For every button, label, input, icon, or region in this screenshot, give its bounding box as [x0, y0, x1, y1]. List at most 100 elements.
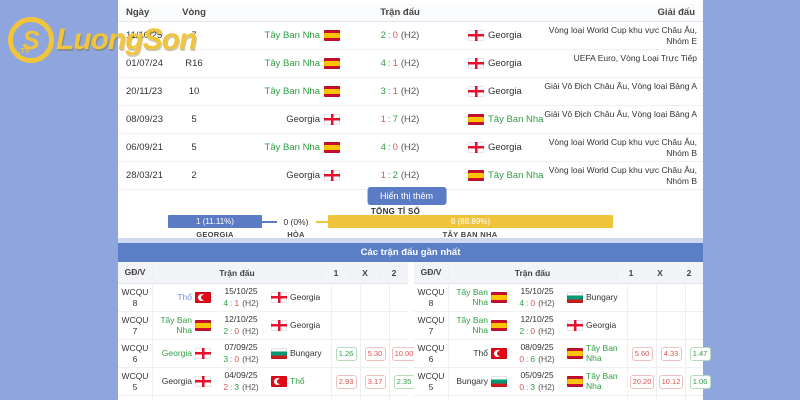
- match-date-cell: 08/09/23: [126, 114, 163, 125]
- team-name: Tây Ban Nha: [264, 30, 320, 41]
- date-score-cell: 04/09/25 2:3 (H2): [214, 368, 268, 395]
- bulgaria-flag-icon: [271, 348, 287, 359]
- score-note: (H2): [538, 381, 555, 392]
- odds-cell: [627, 312, 656, 339]
- team-name: Bungary: [290, 347, 322, 358]
- georgia-flag-icon: [468, 86, 484, 97]
- h2h-row[interactable]: 28/03/21 2 Georgia 1:2 (H2) Tây Ban Nha Vòng l…: [118, 162, 703, 190]
- team1-cell: [449, 396, 510, 400]
- match-row[interactable]: WCQU 7 Tây Ban Nha 12/10/25 2:0 (H2) Georgia: [118, 312, 408, 340]
- odds-cell: [656, 312, 685, 339]
- team-name: Georgia: [286, 114, 320, 125]
- competition-cell: WCQU 7: [118, 312, 153, 339]
- score-note: (H2): [242, 325, 259, 336]
- header-gdv: GĐ/V: [414, 267, 449, 278]
- odds-cell: [656, 396, 685, 400]
- match-row[interactable]: WCQU 6 Georgia 07/09/25 3:0 (H2) Bungary 1.26 5.…: [118, 340, 417, 368]
- h2h-row[interactable]: 20/11/23 10 Tây Ban Nha 3:1 (H2) Georgia Giải …: [118, 78, 703, 106]
- team1-cell: Georgia: [153, 368, 214, 395]
- tournament-cell: UEFA Euro, Vòng Loại Trực Tiếp: [573, 53, 697, 63]
- home-team-cell: Tây Ban Nha: [218, 134, 340, 161]
- recent-table-right: GĐ/V Trận đấu 1 X 2 WCQU 8 Tây Ban Nha 15/1…: [414, 262, 711, 400]
- page-background: Ngày Vòng Trận đấu Giải đấu 11/10/25 7 Tây…: [0, 0, 800, 400]
- yellow-connector: [316, 221, 328, 223]
- odds-cell: 4.33: [656, 340, 685, 367]
- team-name: Tây Ban Nha: [586, 371, 618, 391]
- team1-cell: Georgia: [153, 340, 214, 367]
- score-note: (H2): [242, 353, 259, 364]
- match-row[interactable]: WCQU 7 Tây Ban Nha 12/10/25 2:0 (H2) Georgia: [414, 312, 703, 340]
- odds-cell: [627, 396, 656, 400]
- score-cell: 1:7 (H2): [350, 106, 450, 133]
- luongson-emblem-icon: S .TV: [8, 17, 54, 63]
- odds-value: 4.33: [660, 346, 682, 361]
- competition-code: WCQU: [417, 343, 445, 354]
- team1-cell: Thổ: [153, 284, 214, 311]
- header-2: 2: [379, 267, 408, 278]
- score-note: (H2): [538, 353, 555, 364]
- team2-cell: Bungary: [564, 284, 627, 311]
- match-row[interactable]: 08/06/25: [118, 396, 408, 400]
- competition-code: WCQU: [121, 343, 149, 354]
- odds-value: 5.60: [631, 346, 653, 361]
- header-tournament: Giải đấu: [657, 7, 695, 18]
- match-row[interactable]: UNLF 09/06/25Tây Ban Nha: [414, 396, 703, 400]
- luongson-logo[interactable]: S .TV LuongSon: [8, 14, 197, 66]
- odds-value: 3.17: [364, 374, 386, 389]
- team1-cell: Tây Ban Nha: [153, 312, 214, 339]
- recent-table-left: GĐ/V Trận đấu 1 X 2 WCQU 8 Thổ 15/10/25 4:1(…: [118, 262, 417, 400]
- logo-wordmark: LuongSon: [56, 23, 197, 56]
- date-score-cell: 07/09/25 3:0 (H2): [214, 340, 268, 367]
- score-note: (H2): [538, 297, 555, 308]
- score-note: (H2): [400, 30, 420, 41]
- match-row[interactable]: WCQU 6 Thổ 08/09/25 0:6 (H2) Tây Ban Nha 5.60 4.…: [414, 340, 711, 368]
- team-name: Thổ: [290, 375, 305, 386]
- turkey-flag-icon: [491, 348, 507, 359]
- match-date-cell: 06/09/21: [126, 142, 163, 153]
- show-more-button[interactable]: Hiển thị thêm: [367, 187, 447, 205]
- team-name: Thổ: [177, 291, 192, 302]
- score-note: (H2): [242, 381, 259, 392]
- bulgaria-flag-icon: [491, 376, 507, 387]
- h2h-table: 11/10/25 7 Tây Ban Nha 2:0 (H2) Georgia Vòng l…: [118, 22, 703, 190]
- h2h-row[interactable]: 01/07/24 R16 Tây Ban Nha 4:1 (H2) Georgia UEFA…: [118, 50, 703, 78]
- match-date: 12/10/25: [520, 314, 554, 325]
- header-match: Trận đấu: [219, 267, 255, 278]
- match-row[interactable]: WCQU 5 Georgia 04/09/25 2:3 (H2) Thổ 2.93 3.17 2.…: [118, 368, 415, 396]
- match-date: 08/09/25: [520, 342, 554, 353]
- team1-cell: Thổ: [449, 340, 510, 367]
- competition-round: 6: [428, 353, 434, 364]
- odds-cell: [360, 284, 389, 311]
- match-score: 2:0 (H2): [519, 326, 554, 337]
- georgia-flag-icon: [468, 142, 484, 153]
- spain-flag-icon: [324, 58, 340, 69]
- score-note: (H2): [400, 114, 420, 125]
- odds-cell: [331, 284, 360, 311]
- match-row[interactable]: WCQU 8 Tây Ban Nha 15/10/25 4:0 (H2) Bungary: [414, 284, 703, 312]
- recent-right-header: GĐ/V Trận đấu 1 X 2: [414, 262, 703, 284]
- tournament-cell: Vòng loại World Cup khu vực Châu Âu, Nhó…: [548, 137, 697, 158]
- home-team-cell: Georgia: [218, 162, 340, 189]
- odds-cell: [331, 396, 360, 400]
- georgia-wins-bar: 1 (11.11%): [168, 215, 262, 228]
- odds-value: 1.26: [335, 346, 357, 361]
- score-cell: 3:1 (H2): [350, 78, 450, 105]
- match-row[interactable]: WCQU 8 Thổ 15/10/25 4:1 (H2) Georgia: [118, 284, 408, 312]
- h2h-row[interactable]: 06/09/21 5 Tây Ban Nha 4:0 (H2) Georgia Vòng l…: [118, 134, 703, 162]
- score-colon: :: [387, 170, 391, 181]
- georgia-flag-icon: [324, 114, 340, 125]
- team-name: Georgia: [290, 291, 321, 302]
- match-row[interactable]: WCQU 5 Bungary 05/09/25 0:3 (H2) Tây Ban Nha 20…: [414, 368, 711, 396]
- score-colon: :: [387, 30, 391, 41]
- h2h-row[interactable]: 11/10/25 7 Tây Ban Nha 2:0 (H2) Georgia Vòng l…: [118, 22, 703, 50]
- h2h-row[interactable]: 08/09/23 5 Georgia 1:7 (H2) Tây Ban Nha Giải V…: [118, 106, 703, 134]
- match-date: 04/09/25: [224, 370, 258, 381]
- spain-flag-icon: [468, 114, 484, 125]
- h2h-table-header: Ngày Vòng Trận đấu Giải đấu: [118, 4, 703, 22]
- match-score: 0:3 (H2): [519, 382, 554, 393]
- odds-cell: [360, 396, 389, 400]
- georgia-flag-icon: [271, 320, 287, 331]
- spain-flag-icon: [324, 86, 340, 97]
- competition-code: WCQU: [121, 287, 149, 298]
- match-date: 15/10/25: [520, 286, 554, 297]
